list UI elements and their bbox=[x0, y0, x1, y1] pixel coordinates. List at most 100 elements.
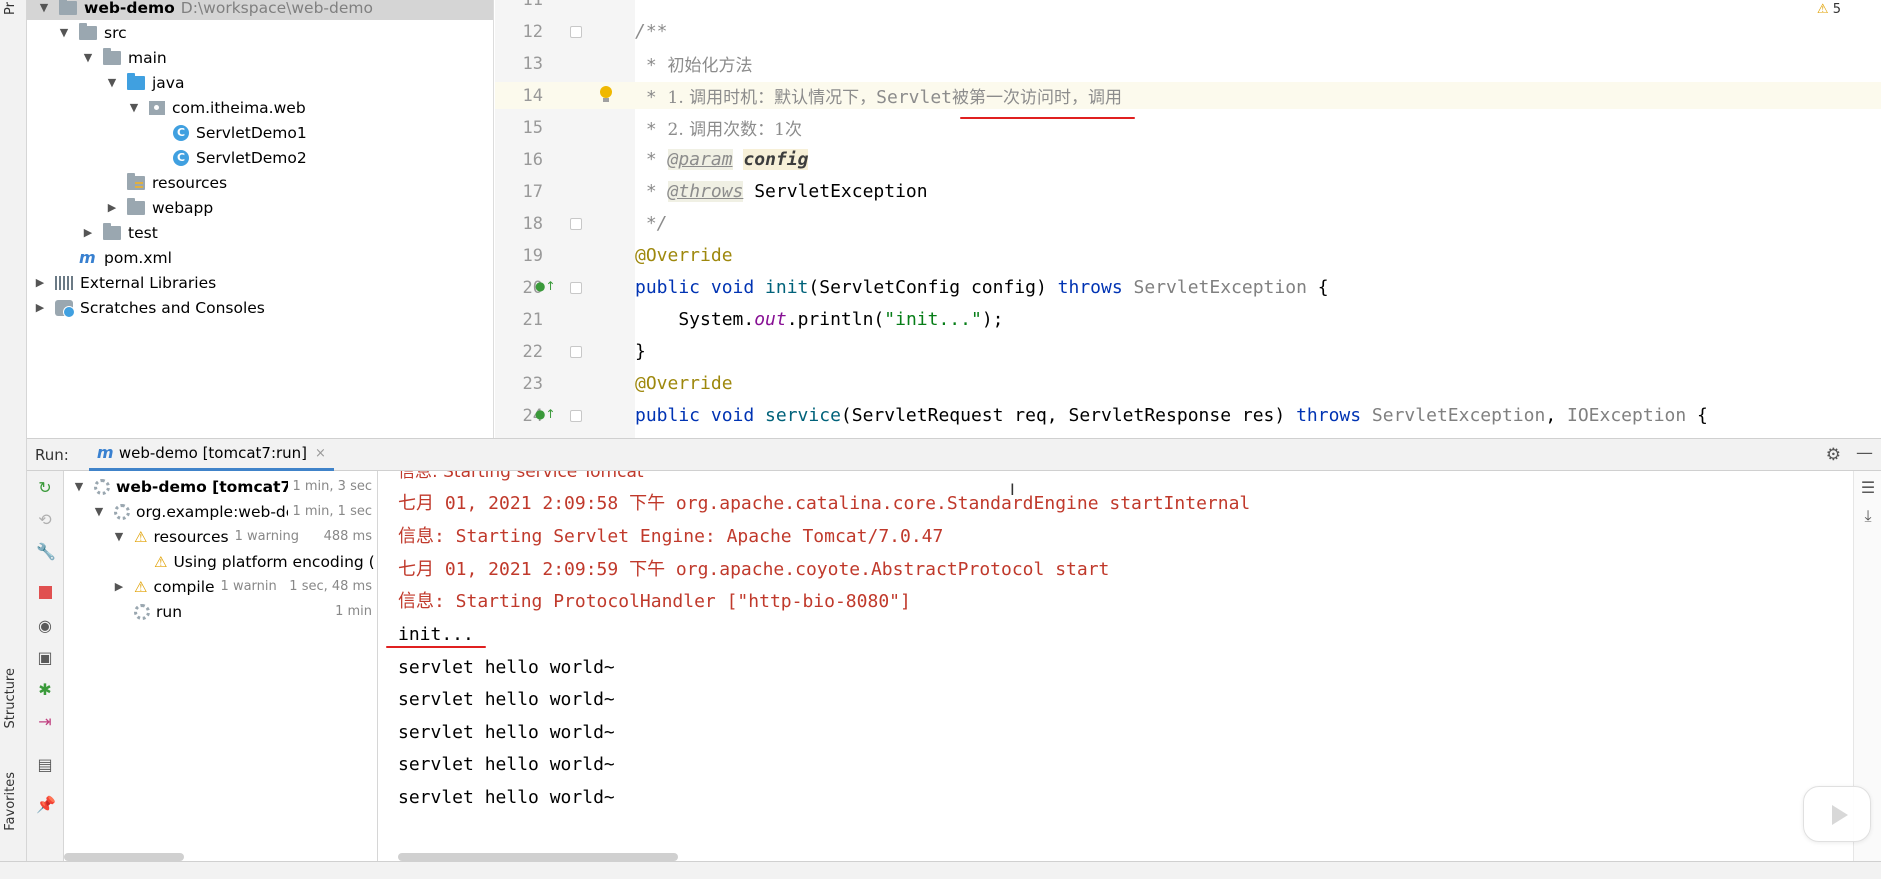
tree-item-servletdemo1[interactable]: ▼ C ServletDemo1 bbox=[27, 120, 307, 145]
tree-item-pom[interactable]: ▼ m pom.xml bbox=[27, 245, 172, 270]
tree-item-java[interactable]: ▼ java bbox=[27, 70, 184, 95]
line-number: 13 bbox=[522, 53, 543, 74]
tree-item-main[interactable]: ▼ main bbox=[27, 45, 167, 70]
override-method-icon[interactable]: ●↑ bbox=[535, 279, 561, 295]
line-number: 16 bbox=[522, 149, 543, 170]
pin-icon[interactable]: 📌 bbox=[36, 796, 56, 814]
horizontal-scrollbar[interactable] bbox=[64, 853, 184, 861]
comment-prefix: * bbox=[635, 87, 668, 108]
console-output[interactable]: 信息: Starting service Tomcat 七月 01, 2021 … bbox=[378, 471, 1881, 861]
chevron-right-icon[interactable]: ▶ bbox=[112, 580, 126, 593]
red-annotation-underline bbox=[386, 646, 486, 648]
console-line: servlet hello world~ bbox=[398, 751, 615, 778]
code-part: .println( bbox=[786, 309, 885, 330]
console-text: servlet hello world~ bbox=[398, 689, 615, 710]
chevron-right-icon[interactable]: ▶ bbox=[81, 226, 95, 239]
tree-item-resources[interactable]: ▼ resources bbox=[27, 170, 227, 195]
tree-item-test[interactable]: ▶ test bbox=[27, 220, 158, 245]
fold-toggle-icon[interactable] bbox=[570, 410, 582, 422]
java-class-icon: C bbox=[173, 149, 189, 166]
tree-item-src[interactable]: ▼ src bbox=[27, 20, 127, 45]
chevron-right-icon[interactable]: ▶ bbox=[33, 301, 47, 314]
wrench-icon[interactable]: 🔧 bbox=[36, 543, 56, 561]
code-text: /** bbox=[635, 21, 668, 42]
layout-icon[interactable]: ▤ bbox=[36, 756, 54, 774]
exception-type: IOException bbox=[1567, 405, 1687, 426]
run-tree-item[interactable]: run 1 min bbox=[64, 599, 377, 624]
code-line: 23 @Override bbox=[495, 370, 1881, 397]
tree-item-label: Scratches and Consoles bbox=[80, 298, 265, 317]
console-line: 信息: Starting service Tomcat bbox=[398, 471, 644, 485]
rerun-failed-icon[interactable]: ⟲ bbox=[36, 511, 54, 529]
chevron-down-icon[interactable]: ▼ bbox=[127, 101, 141, 114]
fold-toggle-icon[interactable] bbox=[570, 218, 582, 230]
run-tree-item[interactable]: ▼ web-demo [tomcat7:ru 1 min, 3 sec bbox=[64, 474, 377, 499]
favorites-tool-label[interactable]: Favorites bbox=[3, 772, 18, 831]
lightbulb-icon[interactable] bbox=[599, 86, 613, 104]
fold-toggle-icon[interactable] bbox=[570, 26, 582, 38]
javadoc-tag: @throws bbox=[667, 181, 744, 202]
play-overlay-button[interactable] bbox=[1803, 786, 1871, 842]
tree-item-label: web-demo bbox=[84, 0, 175, 17]
soft-wrap-icon[interactable]: ☰ bbox=[1859, 479, 1877, 497]
debug-icon[interactable]: ✱ bbox=[36, 681, 54, 699]
tree-item-external-libraries[interactable]: ▶ External Libraries bbox=[27, 270, 216, 295]
tree-item-web-demo[interactable]: ▼ web-demo D:\workspace\web-demo bbox=[27, 0, 493, 20]
minimize-icon[interactable]: — bbox=[1856, 443, 1873, 463]
override-method-icon[interactable]: ●↑ bbox=[535, 407, 561, 423]
code-line: 11 bbox=[495, 0, 1881, 13]
chevron-down-icon[interactable]: ▼ bbox=[57, 26, 71, 39]
eye-icon[interactable]: ◉ bbox=[36, 617, 54, 635]
camera-icon[interactable]: ▣ bbox=[36, 649, 54, 667]
javadoc-tag: @param bbox=[667, 149, 733, 170]
tree-item-label: com.itheima.web bbox=[172, 98, 306, 117]
run-duration: 1 min, 3 sec bbox=[288, 479, 372, 494]
chevron-down-icon[interactable]: ▼ bbox=[105, 76, 119, 89]
javadoc-type: ServletException bbox=[754, 181, 928, 202]
exit-icon[interactable]: ⇥ bbox=[36, 713, 54, 731]
chevron-down-icon[interactable]: ▼ bbox=[81, 51, 95, 64]
close-icon[interactable]: × bbox=[315, 446, 326, 461]
run-tree-item[interactable]: ⚠ Using platform encoding ( bbox=[64, 549, 377, 574]
fold-toggle-icon[interactable] bbox=[570, 346, 582, 358]
run-tree-item[interactable]: ▼ org.example:web-der 1 min, 1 sec bbox=[64, 499, 377, 524]
web-folder-icon bbox=[127, 197, 145, 215]
maven-icon: m bbox=[79, 247, 96, 267]
run-tree-item[interactable]: ▶ ⚠ compile 1 warnin 1 sec, 48 ms bbox=[64, 574, 377, 599]
line-number: 19 bbox=[522, 245, 543, 266]
chevron-right-icon[interactable]: ▶ bbox=[105, 201, 119, 214]
code-editor[interactable]: ⚠ 5 11 12 /** 13 * 初始化方法 14 * 1. 调用时机：默认… bbox=[495, 0, 1881, 438]
code-text: System.out.println("init..."); bbox=[635, 309, 1004, 330]
fold-toggle-icon[interactable] bbox=[570, 282, 582, 294]
tree-item-package[interactable]: ▼ com.itheima.web bbox=[27, 95, 306, 120]
console-line: 七月 01, 2021 2:09:59 下午 org.apache.coyote… bbox=[398, 556, 1109, 583]
structure-tool-label[interactable]: Structure bbox=[3, 668, 18, 728]
warning-icon: ⚠ bbox=[134, 577, 148, 596]
run-tab-web-demo[interactable]: m web-demo [tomcat7:run] × bbox=[88, 438, 334, 471]
tree-item-webapp[interactable]: ▶ webapp bbox=[27, 195, 213, 220]
chevron-down-icon[interactable]: ▼ bbox=[37, 1, 51, 14]
tree-item-scratches[interactable]: ▶ Scratches and Consoles bbox=[27, 295, 265, 320]
run-tree-item[interactable]: ▼ ⚠ resources 1 warning 488 ms bbox=[64, 524, 377, 549]
chevron-down-icon[interactable]: ▼ bbox=[112, 530, 126, 543]
chevron-down-icon[interactable]: ▼ bbox=[72, 480, 86, 493]
stop-icon[interactable] bbox=[36, 585, 54, 603]
keyword: throws bbox=[1296, 405, 1372, 426]
code-part: ); bbox=[981, 309, 1004, 330]
line-number: 21 bbox=[522, 309, 543, 330]
maven-icon: m bbox=[96, 443, 114, 462]
gear-icon[interactable]: ⚙ bbox=[1826, 445, 1841, 465]
run-tree-label: resources bbox=[153, 527, 229, 546]
chevron-right-icon[interactable]: ▶ bbox=[33, 276, 47, 289]
chevron-down-icon[interactable]: ▼ bbox=[92, 505, 106, 518]
rerun-icon[interactable]: ↻ bbox=[36, 479, 54, 497]
keyword: public void bbox=[635, 405, 766, 426]
javadoc-param: config bbox=[743, 149, 809, 170]
console-line: 信息: Starting ProtocolHandler ["http-bio-… bbox=[398, 588, 911, 615]
scroll-to-end-icon[interactable]: ⤓ bbox=[1859, 507, 1877, 525]
project-tool-label[interactable]: Pr bbox=[3, 2, 18, 15]
tree-item-servletdemo2[interactable]: ▼ C ServletDemo2 bbox=[27, 145, 307, 170]
code-line: 15 * 2. 调用次数：1次 bbox=[495, 114, 1881, 141]
horizontal-scrollbar[interactable] bbox=[398, 853, 678, 861]
signature: (ServletRequest req, ServletResponse res… bbox=[840, 405, 1297, 426]
